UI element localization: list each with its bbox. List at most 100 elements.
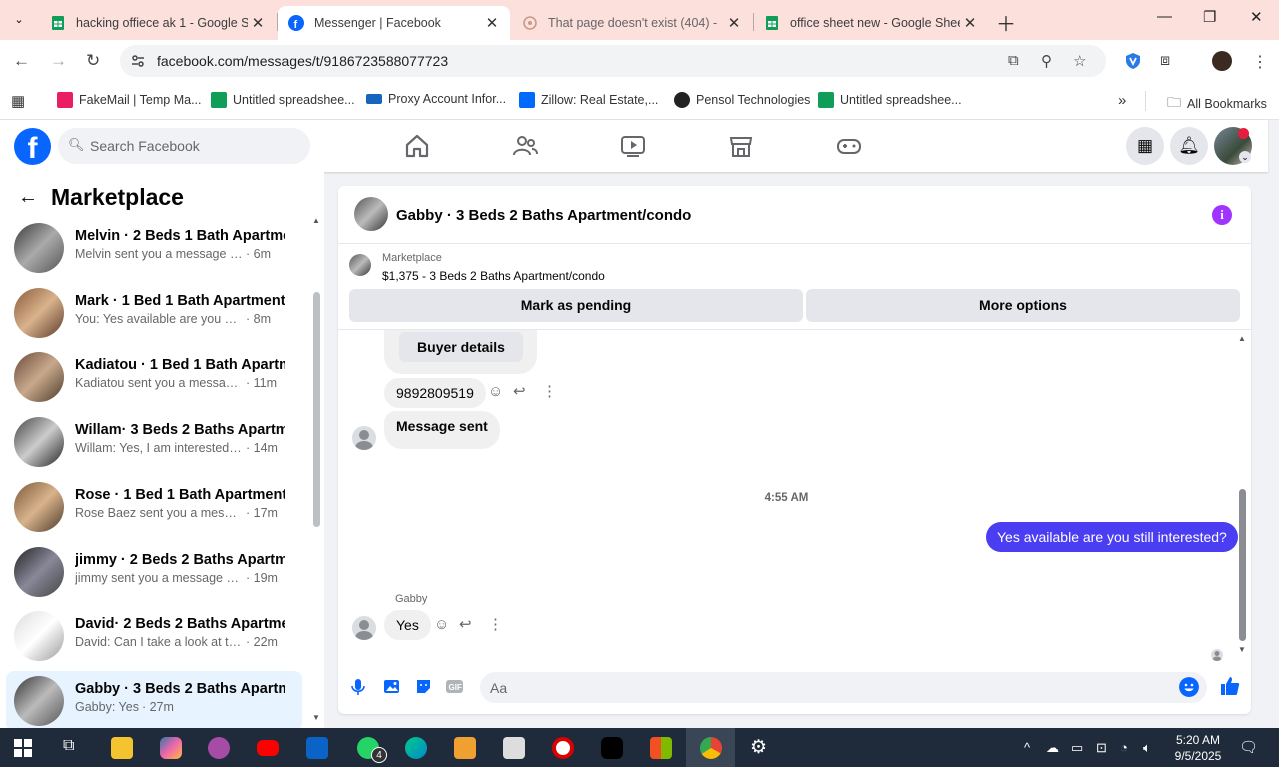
browser-menu-icon[interactable]: ⋮ — [1252, 52, 1268, 72]
zoom-icon[interactable]: ⚲ — [1041, 52, 1052, 70]
video-icon[interactable] — [619, 132, 647, 160]
conversation-item[interactable]: Mark · 1 Bed 1 Bath Apartment/... You: Ye… — [6, 283, 302, 343]
install-app-icon[interactable]: ⧉ — [1008, 52, 1019, 69]
more-options-button[interactable]: More options — [806, 289, 1240, 322]
close-window-icon[interactable]: ✕ — [1250, 8, 1263, 26]
chat-avatar[interactable] — [354, 197, 388, 231]
app-icon[interactable] — [208, 737, 230, 759]
taskbar-clock[interactable]: 5:20 AM 9/5/2025 — [1170, 732, 1226, 764]
reply-icon[interactable]: ↩ — [513, 382, 526, 400]
reload-icon[interactable]: ↻ — [86, 51, 100, 71]
more-actions-icon[interactable]: ⋮ — [542, 382, 557, 400]
reply-icon[interactable]: ↩ — [459, 615, 472, 633]
bookmark-untitled-1[interactable]: Untitled spreadshee... — [211, 92, 355, 108]
outlook-icon[interactable] — [306, 737, 328, 759]
edge-icon[interactable] — [405, 737, 427, 759]
account-chevron-icon[interactable]: ⌄ — [1239, 151, 1251, 163]
file-explorer-icon[interactable] — [111, 737, 133, 759]
scroll-down-icon[interactable]: ▼ — [1238, 645, 1246, 654]
vpn-shield-icon[interactable] — [1124, 52, 1142, 70]
friends-icon[interactable] — [511, 132, 539, 160]
tab-messenger[interactable]: f Messenger | Facebook ✕ — [278, 6, 510, 40]
conversation-item[interactable]: Willam· 3 Beds 2 Baths Apartme... Willam:… — [6, 412, 302, 472]
app-icon[interactable] — [503, 737, 525, 759]
sticker-icon[interactable] — [415, 678, 432, 695]
site-settings-icon[interactable] — [130, 53, 146, 69]
facebook-logo[interactable]: f — [14, 128, 51, 165]
react-emoji-icon[interactable]: ☺ — [434, 616, 449, 633]
settings-gear-icon[interactable]: ⚙ — [750, 736, 767, 759]
wifi-icon[interactable]: ◔ — [1120, 740, 1128, 755]
photo-icon[interactable] — [383, 678, 400, 695]
home-icon[interactable] — [403, 132, 431, 160]
restore-icon[interactable]: ❐ — [1203, 8, 1216, 26]
tab-hacking-sheet[interactable]: hacking offiece ak 1 - Google Sh ✕ — [40, 6, 276, 40]
close-tab-icon[interactable]: ✕ — [726, 14, 742, 32]
more-bookmarks-chevron-icon[interactable]: » — [1118, 92, 1126, 109]
show-hidden-icons-chevron-icon[interactable]: ^ — [1024, 740, 1030, 755]
listing-price[interactable]: $1,375 - 3 Beds 2 Baths Apartment/condo — [382, 269, 605, 283]
address-bar[interactable]: facebook.com/messages/t/9186723588077723… — [120, 45, 1106, 77]
more-actions-icon[interactable]: ⋮ — [488, 615, 503, 633]
apps-grid-icon[interactable]: ▦ — [11, 92, 25, 110]
notification-center-icon[interactable]: 🗨 — [1239, 738, 1258, 756]
facebook-search[interactable]: 🔍︎ Search Facebook — [58, 128, 310, 164]
copilot-icon[interactable] — [160, 737, 182, 759]
notifications-bell-icon[interactable]: 🔔︎ — [1170, 127, 1208, 165]
gif-icon[interactable]: GIF — [445, 678, 464, 695]
opera-icon[interactable] — [552, 737, 574, 759]
conversation-item[interactable]: Melvin · 2 Beds 1 Bath Apartme... Melvin … — [6, 218, 302, 278]
buyer-details-button[interactable]: Buyer details — [399, 332, 523, 362]
minimize-icon[interactable]: — — [1157, 8, 1172, 25]
app-medal-icon[interactable] — [454, 737, 476, 759]
tab-404[interactable]: That page doesn't exist (404) - I ✕ — [512, 6, 752, 40]
scroll-down-icon[interactable]: ▼ — [312, 713, 320, 722]
info-icon[interactable]: i — [1212, 205, 1232, 225]
chat-title[interactable]: Gabby · 3 Beds 2 Baths Apartment/condo — [396, 207, 691, 224]
new-tab-plus-icon[interactable]: ＋ — [996, 8, 1016, 37]
extensions-icon[interactable]: ⧈ — [1160, 52, 1170, 70]
bookmark-proxy[interactable]: Proxy Account Infor... — [366, 92, 506, 106]
close-tab-icon[interactable]: ✕ — [484, 14, 500, 32]
device-icon[interactable]: ⊡ — [1096, 740, 1107, 756]
marketplace-icon[interactable] — [727, 132, 755, 160]
bookmark-star-icon[interactable]: ☆ — [1073, 52, 1086, 70]
back-arrow-icon[interactable]: ← — [13, 51, 30, 71]
conversation-item[interactable]: Gabby · 3 Beds 2 Baths Apartme... Gabby: … — [6, 670, 302, 731]
conversation-item[interactable]: jimmy · 2 Beds 2 Baths Apartme... jimmy s… — [6, 542, 302, 602]
gaming-icon[interactable] — [835, 132, 863, 160]
task-view-icon[interactable]: ⧉ — [63, 737, 74, 755]
forward-arrow-icon[interactable]: → — [50, 51, 67, 71]
scroll-thumb[interactable] — [313, 292, 320, 527]
like-thumb-icon[interactable] — [1220, 676, 1240, 696]
scroll-up-icon[interactable]: ▲ — [1238, 334, 1246, 343]
onedrive-icon[interactable]: ☁ — [1046, 740, 1059, 756]
mark-as-pending-button[interactable]: Mark as pending — [349, 289, 803, 322]
conversation-item[interactable]: Kadiatou · 1 Bed 1 Bath Apartme... Kadiat… — [6, 347, 302, 407]
profile-avatar[interactable] — [1212, 51, 1232, 71]
conversation-item[interactable]: Rose · 1 Bed 1 Bath Apartment/c... Rose B… — [6, 477, 302, 537]
close-tab-icon[interactable]: ✕ — [250, 14, 266, 32]
bookmark-untitled-2[interactable]: Untitled spreadshee... — [818, 92, 962, 108]
sidebar-scrollbar[interactable]: ▲ ▼ — [312, 216, 320, 722]
store-icon[interactable] — [650, 737, 672, 759]
youtube-icon[interactable] — [257, 740, 279, 756]
microphone-icon[interactable] — [351, 678, 365, 696]
back-arrow-icon[interactable]: ← — [18, 186, 38, 209]
emoji-icon[interactable] — [1179, 677, 1199, 697]
windows-start-icon[interactable] — [14, 739, 32, 757]
scroll-thumb[interactable] — [1239, 489, 1246, 641]
chrome-icon[interactable] — [700, 737, 722, 759]
battery-icon[interactable]: ▭ — [1071, 740, 1083, 756]
bookmark-pensol[interactable]: Pensol Technologies — [674, 92, 810, 108]
volume-icon[interactable]: 🔈︎ — [1143, 740, 1151, 756]
all-bookmarks[interactable]: 🗀 All Bookmarks — [1167, 92, 1267, 116]
tab-office-sheet[interactable]: office sheet new - Google Sheets ✕ — [754, 6, 988, 40]
message-input[interactable]: Aa — [480, 672, 1207, 703]
react-emoji-icon[interactable]: ☺ — [488, 383, 503, 400]
bookmark-zillow[interactable]: Zillow: Real Estate,... — [519, 92, 658, 108]
bookmark-fakemail[interactable]: FakeMail | Temp Ma... — [57, 92, 202, 108]
tiktok-icon[interactable] — [601, 737, 623, 759]
menu-grid-icon[interactable]: ▦ — [1126, 127, 1164, 165]
tab-search-chevron-icon[interactable]: ⌄ — [8, 10, 30, 30]
